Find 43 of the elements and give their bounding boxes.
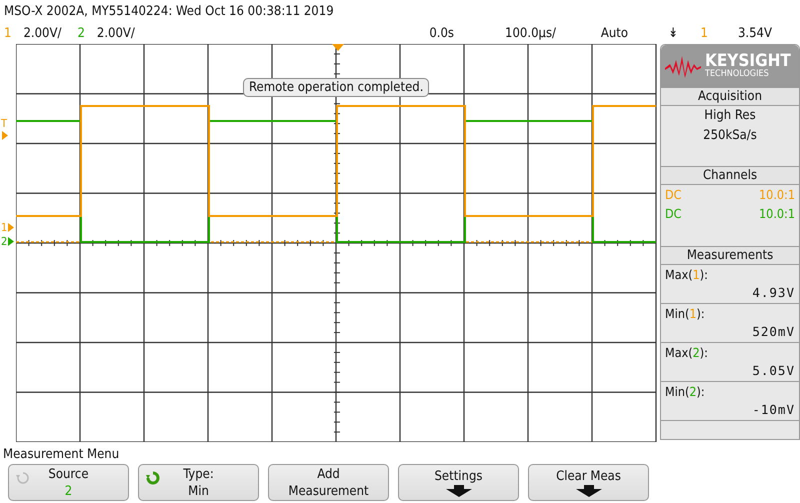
softkey-button[interactable]: Clear Meas bbox=[528, 464, 649, 501]
trigger-level: 3.54V bbox=[738, 26, 772, 40]
time-per-division: 100.0µs/ bbox=[505, 26, 556, 40]
down-arrow-icon bbox=[446, 485, 472, 497]
section-header: Acquisition bbox=[661, 87, 799, 106]
level-arrow-icon bbox=[2, 131, 8, 140]
channel-marker: 2 bbox=[1, 236, 8, 247]
measurement-value: 4.93V bbox=[752, 284, 795, 302]
measurement-label: Min(2): bbox=[665, 383, 706, 401]
channel-number: 2 bbox=[77, 26, 85, 40]
probe-ratio: 10.0:1 bbox=[759, 186, 795, 204]
softkey-button[interactable]: Type: Min bbox=[138, 464, 259, 501]
menu-title: Measurement Menu bbox=[3, 447, 120, 462]
softkey-button[interactable]: Add Measurement bbox=[268, 464, 389, 501]
instrument-title: MSO-X 2002A, MY55140224: Wed Oct 16 00:38:11 2019 bbox=[4, 4, 334, 18]
trigger-source: 1 bbox=[700, 26, 708, 40]
channel-number: 1 bbox=[4, 26, 12, 40]
status-message: Remote operation completed. bbox=[243, 78, 430, 97]
logo-subtitle: TECHNOLOGIES bbox=[705, 70, 770, 79]
volts-per-division: 2.00V/ bbox=[23, 26, 62, 40]
channel-coupling: DC bbox=[665, 205, 682, 223]
logo-name: KEYSIGHT bbox=[705, 53, 791, 70]
acquisition-mode: High Res bbox=[703, 107, 757, 125]
trigger-slope-icon: ↡ bbox=[668, 26, 678, 40]
measurement-value: 5.05V bbox=[752, 362, 795, 380]
measurement-value: 520mV bbox=[752, 323, 795, 341]
sample-rate: 250kSa/s bbox=[702, 127, 758, 145]
section-header: Channels bbox=[661, 166, 799, 185]
measurement-label: Max(2): bbox=[665, 344, 709, 362]
trigger-mode: Auto bbox=[600, 26, 628, 40]
time-offset: 0.0s bbox=[429, 26, 454, 40]
measurement-value: -10mV bbox=[752, 401, 795, 419]
trigger-level-marker: T bbox=[1, 118, 8, 129]
measurement-label: Max(1): bbox=[665, 266, 709, 284]
down-arrow-icon bbox=[576, 485, 602, 497]
section-header: Measurements bbox=[661, 246, 799, 265]
probe-ratio: 10.0:1 bbox=[759, 205, 795, 223]
volts-per-division: 2.00V/ bbox=[96, 26, 135, 40]
softkey-button[interactable]: Source 2 bbox=[8, 464, 129, 501]
channel-coupling: DC bbox=[665, 186, 682, 204]
channel-marker: 1 bbox=[1, 222, 8, 233]
measurement-label: Min(1): bbox=[665, 305, 706, 323]
softkey-button[interactable]: Settings bbox=[398, 464, 519, 501]
